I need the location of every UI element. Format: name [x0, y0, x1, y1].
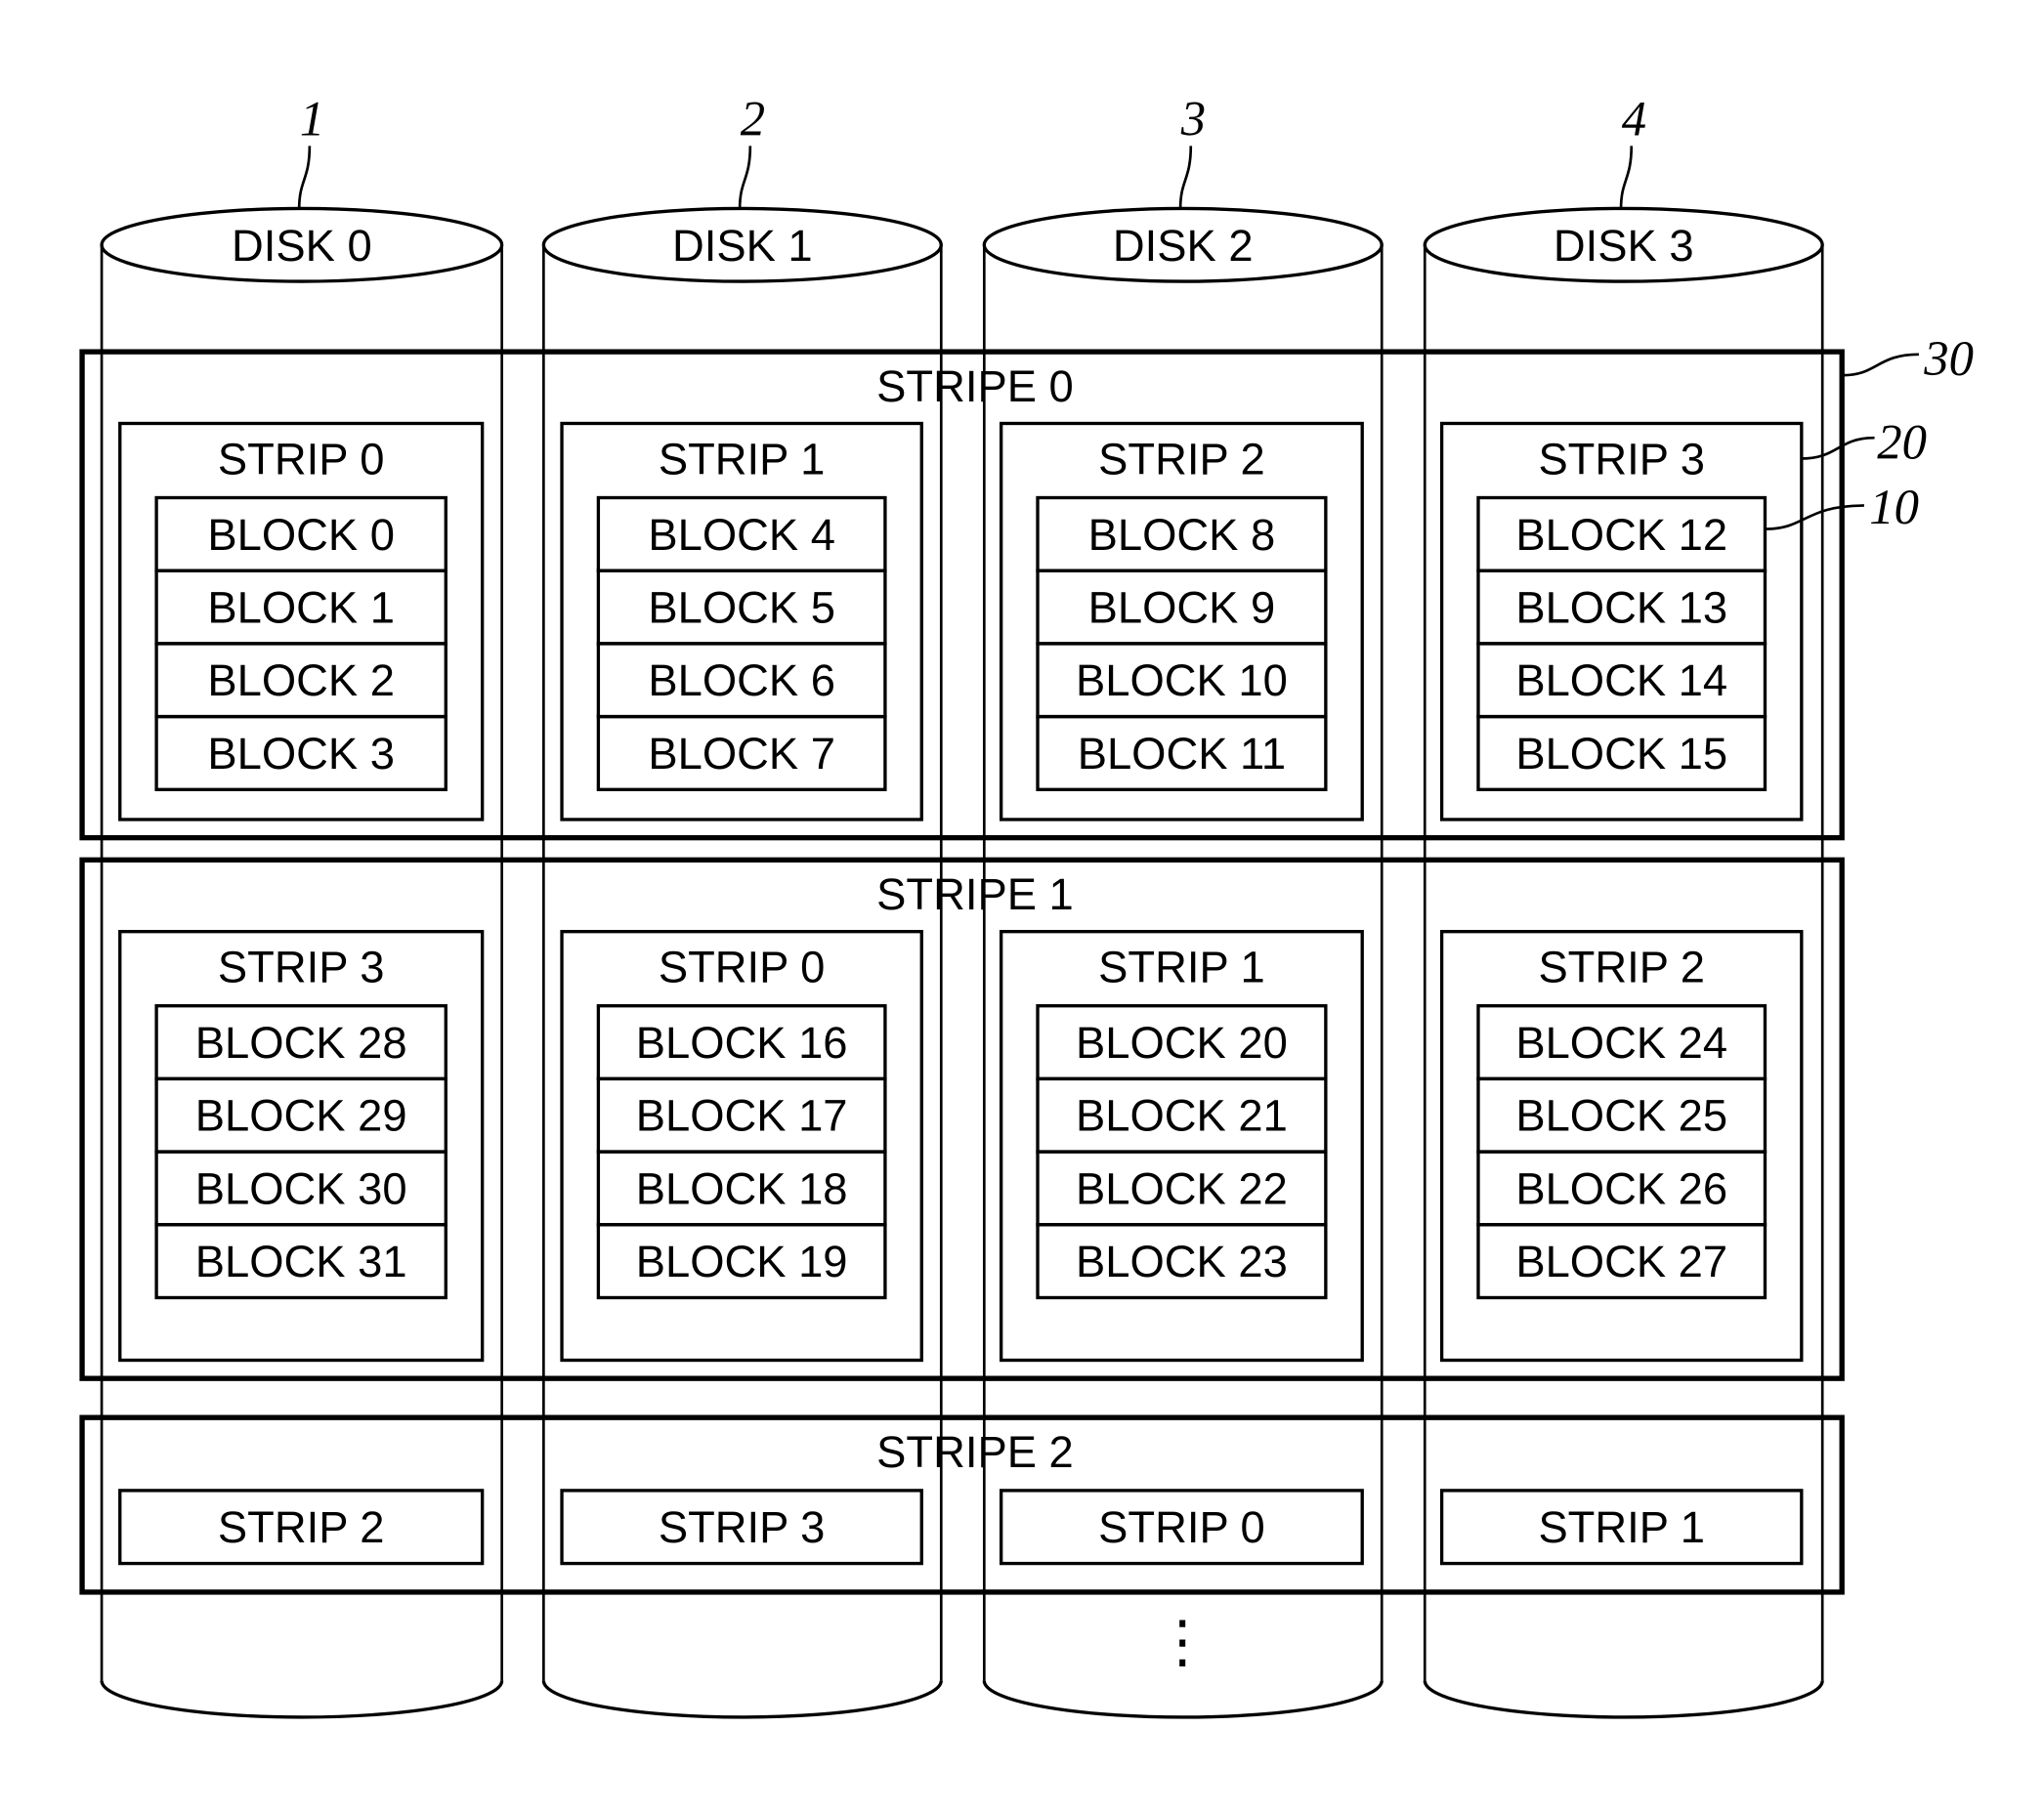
strip: STRIP 1 — [1439, 1489, 1804, 1566]
block-label: BLOCK 30 — [195, 1163, 407, 1213]
disk-3: DISK 3 4 — [1423, 92, 1824, 1719]
block-label: BLOCK 20 — [1076, 1018, 1288, 1068]
stripe-label: STRIPE 1 — [876, 869, 1074, 919]
strip-label: STRIP 3 — [218, 943, 385, 992]
leader-line-block — [1766, 504, 1864, 530]
disk-ref-label: 4 — [1622, 92, 1646, 147]
strip-label: STRIP 2 — [1538, 943, 1705, 992]
strip-box — [1439, 930, 1804, 1363]
block-label: BLOCK 16 — [636, 1018, 848, 1068]
strip-label: STRIP 2 — [1098, 435, 1265, 484]
block-label: BLOCK 0 — [207, 510, 395, 560]
block-label: BLOCK 29 — [195, 1091, 407, 1141]
strip-label: STRIP 0 — [1098, 1502, 1265, 1552]
strip-box — [560, 930, 923, 1363]
strip-label: STRIP 0 — [218, 435, 385, 484]
disk-label: DISK 1 — [672, 221, 813, 271]
strip-box — [999, 930, 1364, 1363]
block-label: BLOCK 15 — [1515, 729, 1727, 779]
disk-bottom — [1423, 1680, 1824, 1719]
disk-leader-line — [1619, 146, 1634, 209]
disk-label: DISK 3 — [1554, 221, 1694, 271]
disk-label: DISK 2 — [1113, 221, 1254, 271]
strip: STRIP 2 — [118, 1489, 485, 1566]
strip-label: STRIP 1 — [1538, 1502, 1705, 1552]
disk-ref-label: 2 — [741, 92, 765, 147]
block-label: BLOCK 13 — [1515, 583, 1727, 633]
block-label: BLOCK 7 — [648, 729, 835, 779]
disk-leader-line — [297, 146, 312, 209]
strip: STRIP 3 BLOCK 28 BLOCK 29 BLOCK 30 BLOCK 31 — [118, 930, 485, 1363]
ref-label-stripe: 30 — [1923, 331, 1974, 386]
stripe-2: STRIPE 2 STRIP 2 STRIP 3 STRIP 0 STRIP 1 — [79, 1414, 1845, 1595]
block-label: BLOCK 25 — [1515, 1091, 1727, 1141]
strip: STRIP 3 BLOCK 12 BLOCK 13 BLOCK 14 BLOCK 15 — [1439, 421, 1804, 821]
strip: STRIP 3 — [560, 1489, 923, 1566]
block-label: BLOCK 6 — [648, 655, 835, 705]
block-label: BLOCK 1 — [207, 583, 395, 633]
block-label: BLOCK 28 — [195, 1018, 407, 1068]
block-label: BLOCK 4 — [648, 510, 835, 560]
block-label: BLOCK 3 — [207, 729, 395, 779]
strip-label: STRIP 3 — [1538, 435, 1705, 484]
block-label: BLOCK 2 — [207, 655, 395, 705]
strip-label: STRIP 3 — [659, 1502, 826, 1552]
block-label: BLOCK 12 — [1515, 510, 1727, 560]
block-label: BLOCK 8 — [1088, 510, 1276, 560]
block-label: BLOCK 22 — [1076, 1163, 1288, 1213]
strip: STRIP 1 BLOCK 4 BLOCK 5 BLOCK 6 BLOCK 7 — [560, 421, 923, 821]
strip: STRIP 0 — [999, 1489, 1364, 1566]
block-label: BLOCK 10 — [1076, 655, 1288, 705]
strip: STRIP 1 BLOCK 20 BLOCK 21 BLOCK 22 BLOCK 23 — [999, 930, 1364, 1363]
block-label: BLOCK 17 — [636, 1091, 848, 1141]
stripes-layer: STRIPE 0 STRIP 0 BLOCK 0 BLOCK 1 BLOCK 2 BLOC… — [79, 349, 1845, 1595]
strip-label: STRIP 1 — [1098, 943, 1265, 992]
strip: STRIP 2 BLOCK 24 BLOCK 25 BLOCK 26 BLOCK 27 — [1439, 930, 1804, 1363]
disk-ref-label: 1 — [300, 92, 324, 147]
disk-bottom — [982, 1680, 1384, 1719]
block-label: BLOCK 23 — [1076, 1237, 1288, 1286]
block-label: BLOCK 5 — [648, 583, 835, 633]
strip: STRIP 0 BLOCK 16 BLOCK 17 BLOCK 18 BLOCK 19 — [560, 930, 923, 1363]
leader-line-strip — [1801, 436, 1875, 460]
block-label: BLOCK 27 — [1515, 1237, 1727, 1286]
ref-label-block: 10 — [1869, 480, 1919, 534]
disk-bottom — [100, 1680, 504, 1719]
block-label: BLOCK 21 — [1076, 1091, 1288, 1141]
block-label: BLOCK 26 — [1515, 1163, 1727, 1213]
block-label: BLOCK 18 — [636, 1163, 848, 1213]
stripe-label: STRIPE 0 — [876, 361, 1074, 411]
strip-label: STRIP 1 — [659, 435, 826, 484]
block-label: BLOCK 11 — [1078, 729, 1286, 779]
disk-label: DISK 0 — [232, 221, 372, 271]
strip-box — [118, 930, 485, 1363]
stripe-label: STRIPE 2 — [876, 1427, 1074, 1477]
disk-0: DISK 0 1 — [100, 92, 504, 1719]
stripe-1: STRIPE 1 STRIP 3 BLOCK 28 BLOCK 29 BLOCK 30 B… — [79, 857, 1845, 1381]
strip-label: STRIP 2 — [218, 1502, 385, 1552]
block-label: BLOCK 14 — [1515, 655, 1727, 705]
block-label: BLOCK 9 — [1088, 583, 1276, 633]
disk-bottom — [541, 1680, 943, 1719]
strip: STRIP 0 BLOCK 0 BLOCK 1 BLOCK 2 BLOCK 3 — [118, 421, 485, 821]
ref-label-strip: 20 — [1877, 415, 1927, 470]
block-label: BLOCK 24 — [1515, 1018, 1727, 1068]
raid-striping-diagram: DISK 01DISK 12DISK 23DISK 34 STRIPE 0STR… — [79, 92, 1974, 1719]
block-label: BLOCK 31 — [195, 1237, 407, 1286]
reference-labels: 30 20 10 — [1766, 331, 1974, 534]
strip: STRIP 2 BLOCK 8 BLOCK 9 BLOCK 10 BLOCK 11 — [999, 421, 1364, 821]
continuation-ellipsis: ⋮ — [1154, 1611, 1212, 1674]
block-label: BLOCK 19 — [636, 1237, 848, 1286]
strip-label: STRIP 0 — [659, 943, 826, 992]
disk-leader-line — [1178, 146, 1193, 209]
leader-line-stripe — [1843, 353, 1919, 377]
stripe-0: STRIPE 0 STRIP 0 BLOCK 0 BLOCK 1 BLOCK 2 BLOC… — [79, 349, 1845, 841]
disk-leader-line — [738, 146, 752, 209]
disk-ref-label: 3 — [1180, 92, 1206, 147]
